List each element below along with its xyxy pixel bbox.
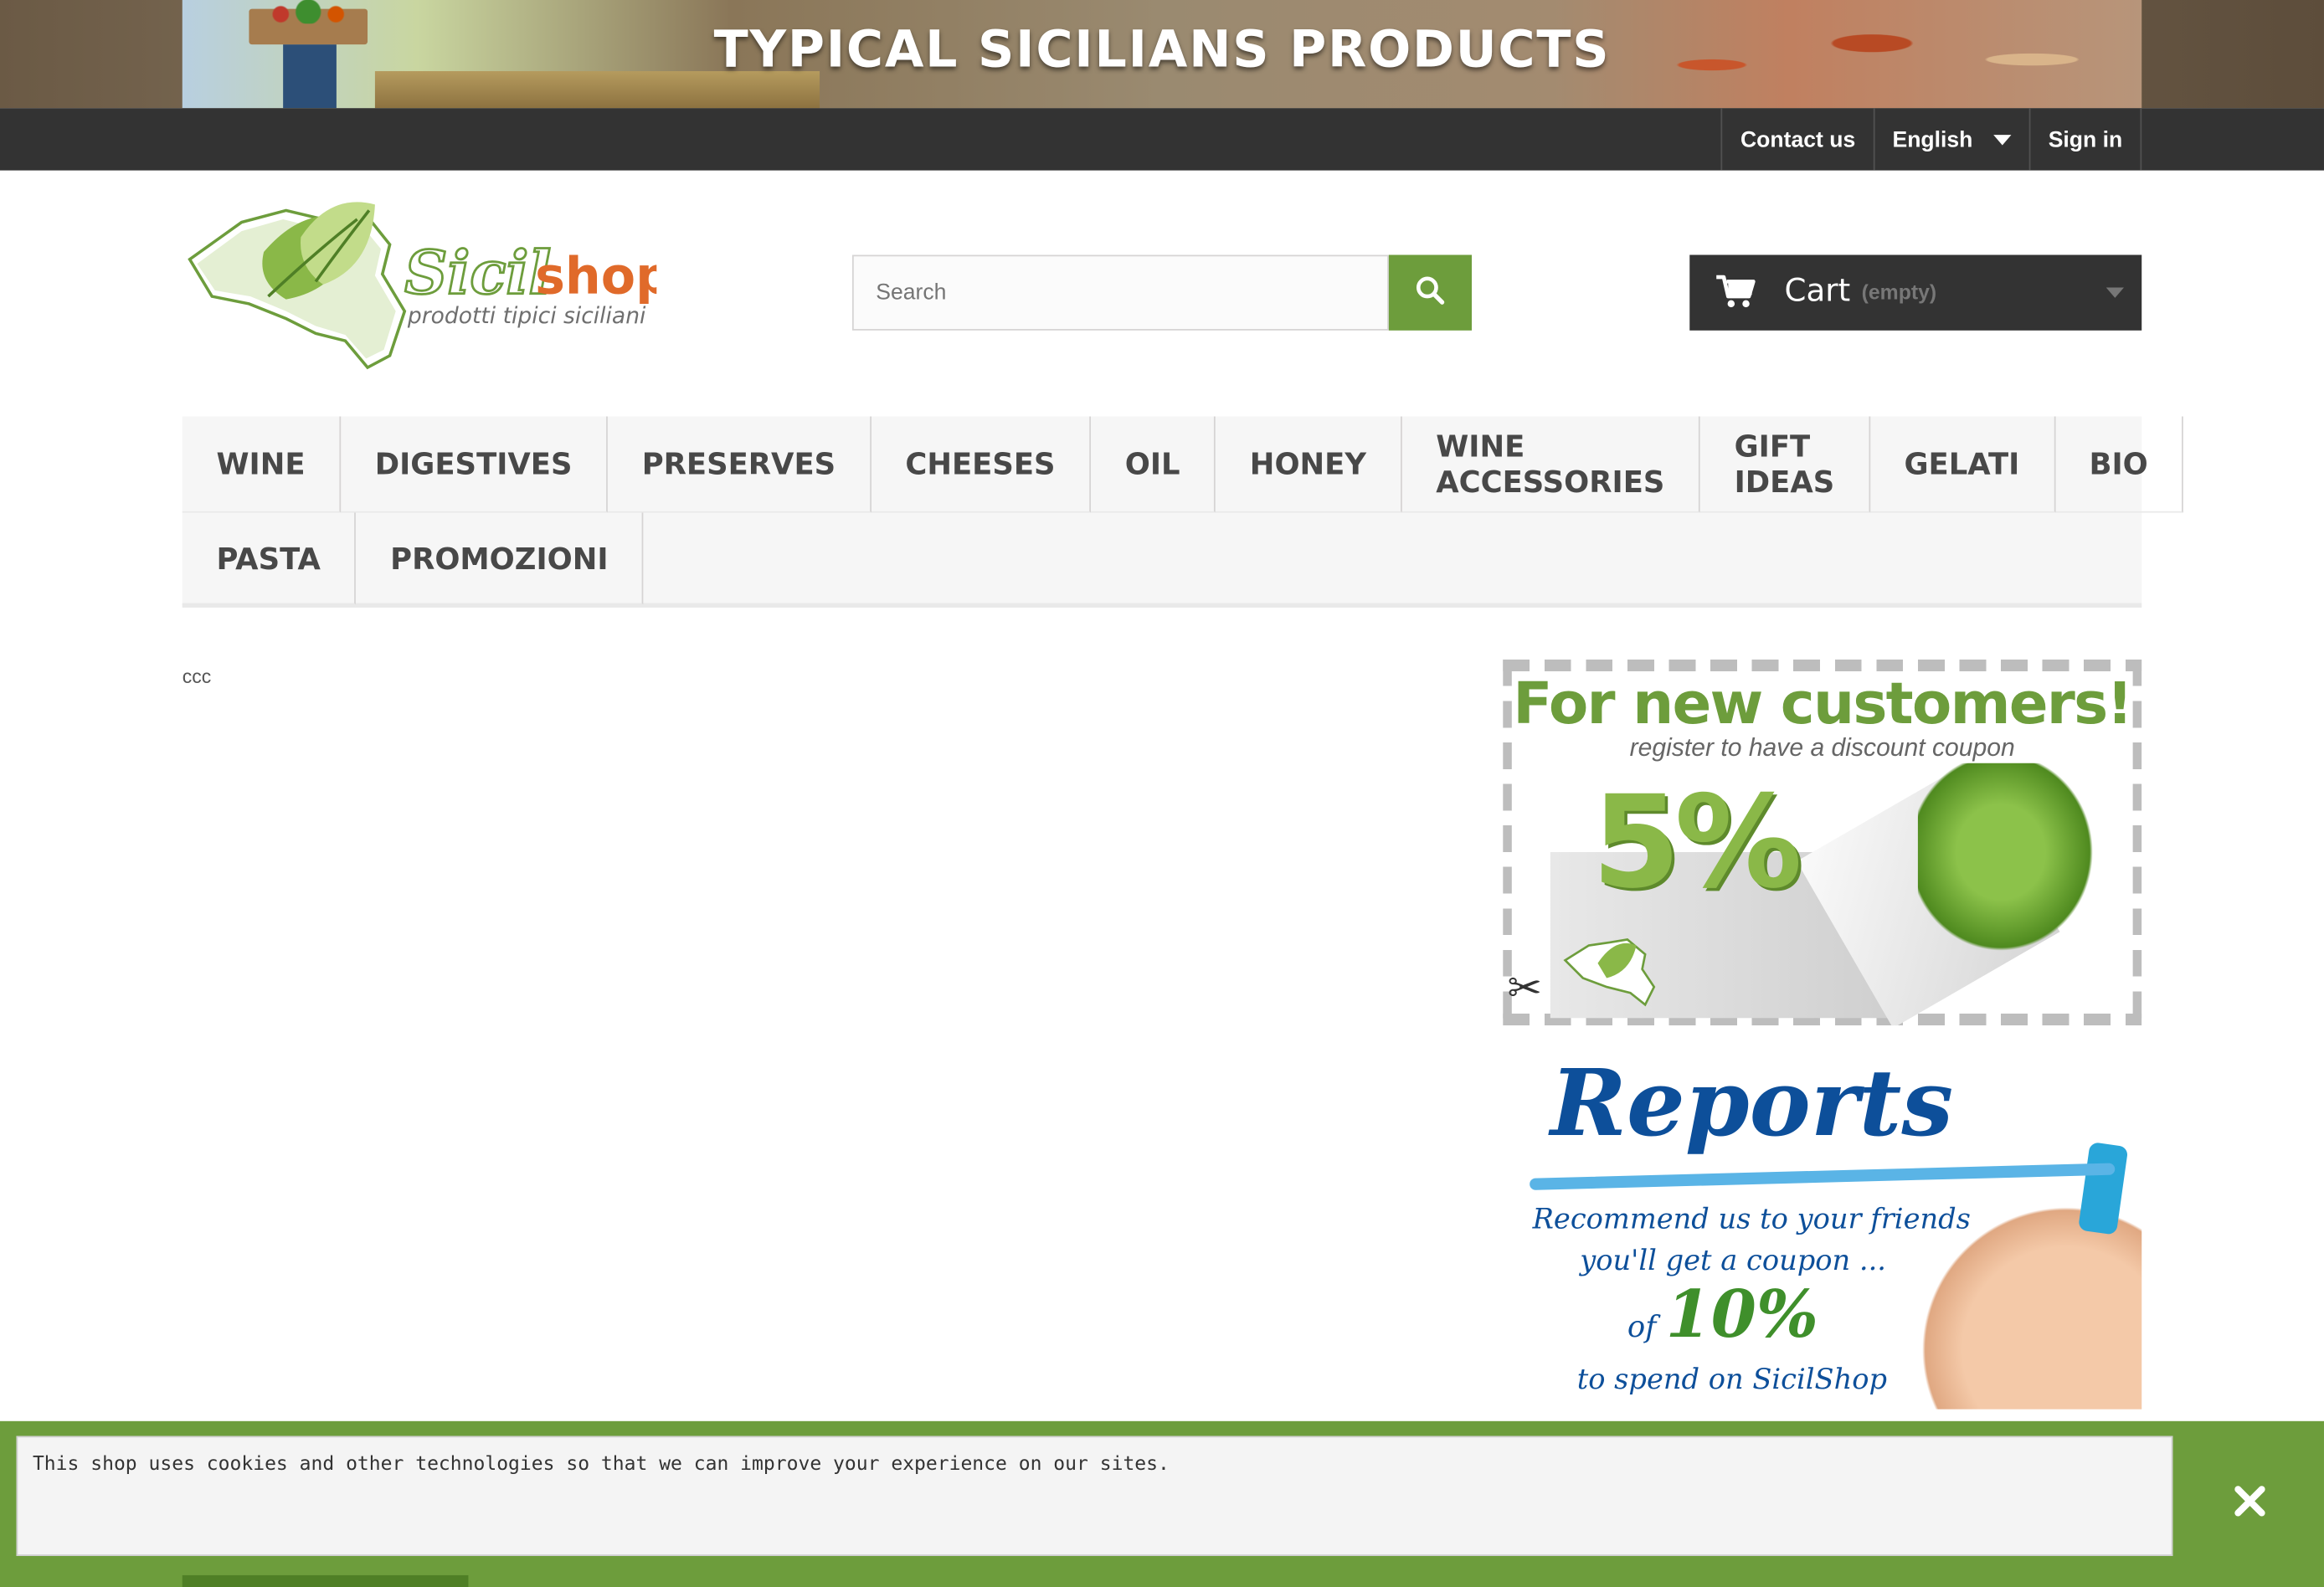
sign-in-link[interactable]: Sign in [2030, 108, 2142, 171]
menu-item-gift-ideas[interactable]: GIFT IDEAS [1699, 416, 1870, 513]
top-links: Contact us English Sign in [1720, 108, 2142, 171]
menu-item-promozioni[interactable]: PROMOZIONI [356, 512, 645, 605]
menu-item-wine-accessories[interactable]: WINE ACCESSORIES [1401, 416, 1700, 513]
sicilshop-logo[interactable]: Sicil shop prodotti tipici siciliani [183, 193, 671, 370]
logo-tagline: prodotti tipici siciliani [407, 303, 646, 329]
scissors-icon: ✂ [1507, 964, 1543, 1011]
banner-image: TYPICAL SICILIANS PRODUCTS [182, 0, 2142, 109]
menu-item-wine[interactable]: WINE [182, 416, 342, 513]
reports-line-3-prefix: of [1627, 1308, 1657, 1344]
search-icon [1416, 276, 1445, 305]
banner-title: TYPICAL SICILIANS PRODUCTS [713, 20, 1611, 80]
language-selector[interactable]: English [1874, 108, 2031, 171]
menu-row-1: WINE DIGESTIVES PRESERVES CHEESES OIL HO… [182, 416, 2184, 513]
search-input[interactable] [851, 254, 1389, 331]
language-label: English [1892, 126, 1973, 152]
cookie-banner: This shop uses cookies and other technol… [0, 1420, 2324, 1587]
cookie-message: This shop uses cookies and other technol… [16, 1435, 2173, 1556]
cart-block[interactable]: Cart (empty) [1689, 254, 2142, 331]
gift-bow-image [1917, 763, 2126, 986]
mini-sicily-logo-icon [1563, 938, 1656, 1007]
main-menu: WINE DIGESTIVES PRESERVES CHEESES OIL HO… [182, 416, 2184, 608]
promo-headline: For new customers! [1513, 670, 2133, 738]
menu-item-gelati[interactable]: GELATI [1869, 416, 2055, 513]
reports-line-1: Recommend us to your friends [1532, 1203, 1971, 1236]
cart-icon [1716, 275, 1756, 308]
menu-item-cheeses[interactable]: CHEESES [871, 416, 1092, 513]
logo-graphic: Sicil shop prodotti tipici siciliani [188, 202, 671, 370]
close-icon[interactable] [2232, 1483, 2267, 1518]
search-form [851, 254, 1473, 331]
new-customers-coupon-banner[interactable]: For new customers! register to have a di… [1503, 659, 2142, 1026]
contact-us-link[interactable]: Contact us [1723, 108, 1875, 171]
reports-line-4: to spend on SicilShop [1576, 1363, 1888, 1396]
menu-item-digestives[interactable]: DIGESTIVES [341, 416, 608, 513]
menu-row-2: PASTA PROMOZIONI [182, 512, 645, 605]
menu-item-honey[interactable]: HONEY [1216, 416, 1402, 513]
reports-discount: 10% [1665, 1277, 1819, 1353]
promo-subtitle: register to have a discount coupon [1629, 733, 2015, 762]
menu-item-preserves[interactable]: PRESERVES [607, 416, 872, 513]
menu-item-pasta[interactable]: PASTA [182, 512, 357, 605]
cart-dropdown-icon[interactable] [2105, 287, 2124, 298]
reports-line-3: of 10% [1627, 1277, 1818, 1353]
search-button[interactable] [1388, 254, 1473, 331]
reports-line-2: you'll get a coupon ... [1580, 1245, 1886, 1278]
reports-referral-banner[interactable]: Reports Recommend us to your friends you… [1503, 1055, 2142, 1410]
top-navigation: Contact us English Sign in [0, 108, 2324, 171]
promo-discount: 5% [1591, 768, 1802, 917]
cookie-accept-button[interactable] [182, 1574, 469, 1587]
caret-down-icon [1993, 134, 2012, 145]
cart-status: (empty) [1861, 280, 1937, 304]
logo-brand-b: shop [535, 248, 656, 306]
reports-headline: Reports [1550, 1055, 1954, 1158]
logo-brand-a: Sicil [404, 239, 551, 308]
cart-label: Cart [1784, 272, 1851, 309]
content-text: ccc [182, 665, 212, 688]
coupon-border [1503, 659, 2142, 671]
menu-item-bio[interactable]: BIO [2054, 416, 2184, 513]
page: TYPICAL SICILIANS PRODUCTS Contact us En… [0, 0, 2324, 1587]
header-banner[interactable]: TYPICAL SICILIANS PRODUCTS [0, 0, 2324, 109]
menu-item-oil[interactable]: OIL [1091, 416, 1216, 513]
